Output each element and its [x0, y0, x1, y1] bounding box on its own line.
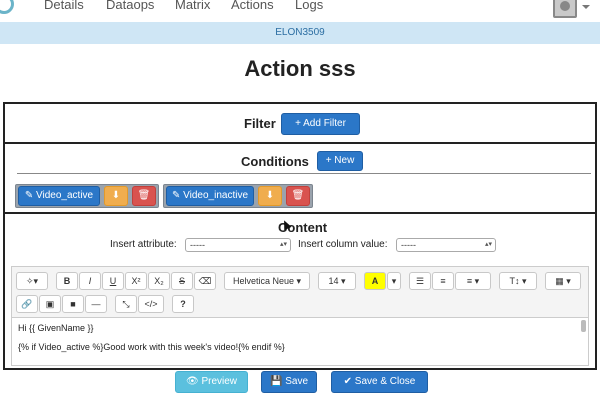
add-filter-button[interactable]: + Add Filter: [281, 113, 360, 135]
underline-button[interactable]: U: [102, 272, 124, 290]
page-title: Action sss: [244, 56, 356, 81]
subscript-button[interactable]: X₂: [148, 272, 170, 290]
insert-attribute-label: Insert attribute:: [110, 239, 177, 250]
ordered-list-icon[interactable]: ≡: [432, 272, 454, 290]
arrow-down-icon[interactable]: ⬇: [258, 186, 282, 206]
video-icon[interactable]: ■: [62, 295, 84, 313]
unordered-list-icon[interactable]: ☰: [409, 272, 431, 290]
bold-button[interactable]: B: [56, 272, 78, 290]
font-size-dropdown[interactable]: 14 ▾: [318, 272, 356, 290]
divider: [5, 142, 595, 144]
nav-item-logs[interactable]: Logs: [295, 0, 323, 12]
preview-button[interactable]: 👁 Preview: [175, 371, 248, 393]
app-logo-icon[interactable]: [0, 0, 14, 14]
arrow-down-icon[interactable]: ⬇: [104, 186, 128, 206]
condition-edit-button[interactable]: ✎ Video_inactive: [166, 186, 254, 206]
condition-group: ✎ Video_active ⬇ 🗑: [15, 184, 159, 208]
trash-icon[interactable]: 🗑: [132, 186, 156, 206]
insert-column-label: Insert column value:: [298, 239, 388, 250]
editor-scrollbar[interactable]: [581, 320, 586, 332]
nav-item-dataops[interactable]: Dataops: [106, 0, 154, 12]
font-name-dropdown[interactable]: Helvetica Neue ▾: [224, 272, 310, 290]
table-dropdown[interactable]: ▦ ▾: [545, 272, 581, 290]
picture-icon[interactable]: ▣: [39, 295, 61, 313]
editor-toolbar: ✧▾ B I U X² X₂ S ⌫ Helvetica Neue ▾ 14 ▾…: [11, 266, 589, 318]
italic-button[interactable]: I: [79, 272, 101, 290]
chevron-down-icon[interactable]: ▾: [387, 272, 401, 290]
editor-line: {% if Video_active %}Good work with this…: [18, 342, 285, 352]
save-button[interactable]: 💾 Save: [261, 371, 317, 393]
horizontal-rule-icon[interactable]: —: [85, 295, 107, 313]
condition-group: ✎ Video_inactive ⬇ 🗑: [163, 184, 313, 208]
action-panel: Filter + Add Filter Conditions + New ✎ V…: [3, 102, 597, 370]
trash-icon[interactable]: 🗑: [286, 186, 310, 206]
chevron-down-icon[interactable]: [582, 5, 590, 9]
divider: [5, 212, 595, 214]
filter-label: Filter: [244, 116, 276, 131]
code-view-icon[interactable]: </>: [138, 295, 164, 313]
nav-item-actions[interactable]: Actions: [231, 0, 274, 12]
conditions-label: Conditions: [241, 154, 309, 169]
user-avatar-icon[interactable]: [553, 0, 577, 18]
magic-style-button[interactable]: ✧▾: [16, 272, 48, 290]
strikethrough-button[interactable]: S: [171, 272, 193, 290]
text-color-button[interactable]: A: [364, 272, 386, 290]
divider: [17, 173, 591, 174]
link-icon[interactable]: 🔗: [16, 295, 38, 313]
paragraph-align-dropdown[interactable]: ≡ ▾: [455, 272, 491, 290]
help-icon[interactable]: ?: [172, 295, 194, 313]
content-editor[interactable]: Hi {{ GivenName }} {% if Video_active %}…: [11, 318, 589, 366]
nav-item-details[interactable]: Details: [44, 0, 84, 12]
eraser-icon[interactable]: ⌫: [194, 272, 216, 290]
nav-item-matrix[interactable]: Matrix: [175, 0, 210, 12]
superscript-button[interactable]: X²: [125, 272, 147, 290]
editor-line: Hi {{ GivenName }}: [18, 323, 94, 333]
insert-column-select[interactable]: ----- ▴▾: [396, 238, 496, 252]
insert-attribute-select[interactable]: ----- ▴▾: [185, 238, 291, 252]
fullscreen-icon[interactable]: ⤡: [115, 295, 137, 313]
line-height-dropdown[interactable]: T↕ ▾: [499, 272, 537, 290]
save-close-button[interactable]: ✔ Save & Close: [331, 371, 428, 393]
new-condition-button[interactable]: + New: [317, 151, 363, 171]
condition-edit-button[interactable]: ✎ Video_active: [18, 186, 100, 206]
context-strip: ELON3509: [0, 22, 600, 44]
top-nav: Details Dataops Matrix Actions Logs: [0, 0, 600, 22]
